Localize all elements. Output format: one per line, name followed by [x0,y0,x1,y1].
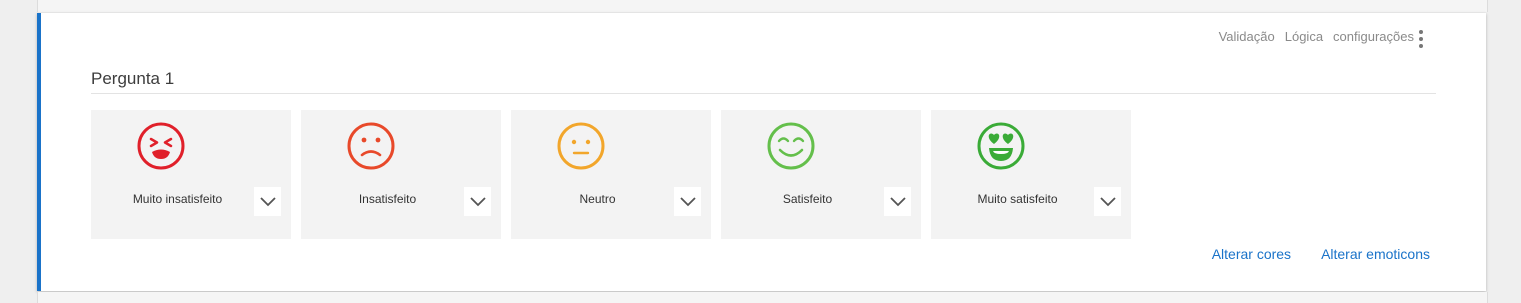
option-very-satisfied[interactable]: Muito satisfeito [931,110,1131,239]
card-actions: Alterar cores Alterar emoticons [1212,246,1430,262]
option-label[interactable]: Muito satisfeito [931,192,1104,206]
change-emoticons-link[interactable]: Alterar emoticons [1321,246,1430,262]
settings-link[interactable]: configurações [1333,29,1414,44]
question-title[interactable]: Pergunta 1 [91,69,174,89]
option-dropdown[interactable] [254,187,281,216]
option-dropdown[interactable] [884,187,911,216]
chevron-down-icon [679,196,696,206]
chevron-down-icon [259,196,276,206]
option-satisfied[interactable]: Satisfeito [721,110,921,239]
neutral-icon [557,122,605,170]
logic-link[interactable]: Lógica [1285,29,1323,44]
validation-link[interactable]: Validação [1219,29,1275,44]
chevron-down-icon [889,196,906,206]
more-vert-icon[interactable] [1418,30,1424,48]
emoticon-options: Muito insatisfeito Insatisfeito Neutro S… [91,110,1131,239]
option-label[interactable]: Satisfeito [721,192,894,206]
title-divider [91,93,1436,94]
option-dropdown[interactable] [1094,187,1121,216]
option-very-dissatisfied[interactable]: Muito insatisfeito [91,110,291,239]
option-dissatisfied[interactable]: Insatisfeito [301,110,501,239]
option-label[interactable]: Muito insatisfeito [91,192,264,206]
option-dropdown[interactable] [674,187,701,216]
option-dropdown[interactable] [464,187,491,216]
very-dissatisfied-icon [137,122,185,170]
change-colors-link[interactable]: Alterar cores [1212,246,1291,262]
question-toolbar: Validação Lógica configurações [1219,29,1414,44]
next-card-edge [37,292,1488,303]
chevron-down-icon [1099,196,1116,206]
very-satisfied-icon [977,122,1025,170]
dissatisfied-icon [347,122,395,170]
option-neutral[interactable]: Neutro [511,110,711,239]
satisfied-icon [767,122,815,170]
previous-card-edge [37,0,1488,12]
chevron-down-icon [469,196,486,206]
question-card[interactable]: Validação Lógica configurações Pergunta … [37,13,1486,291]
option-label[interactable]: Neutro [511,192,684,206]
option-label[interactable]: Insatisfeito [301,192,474,206]
